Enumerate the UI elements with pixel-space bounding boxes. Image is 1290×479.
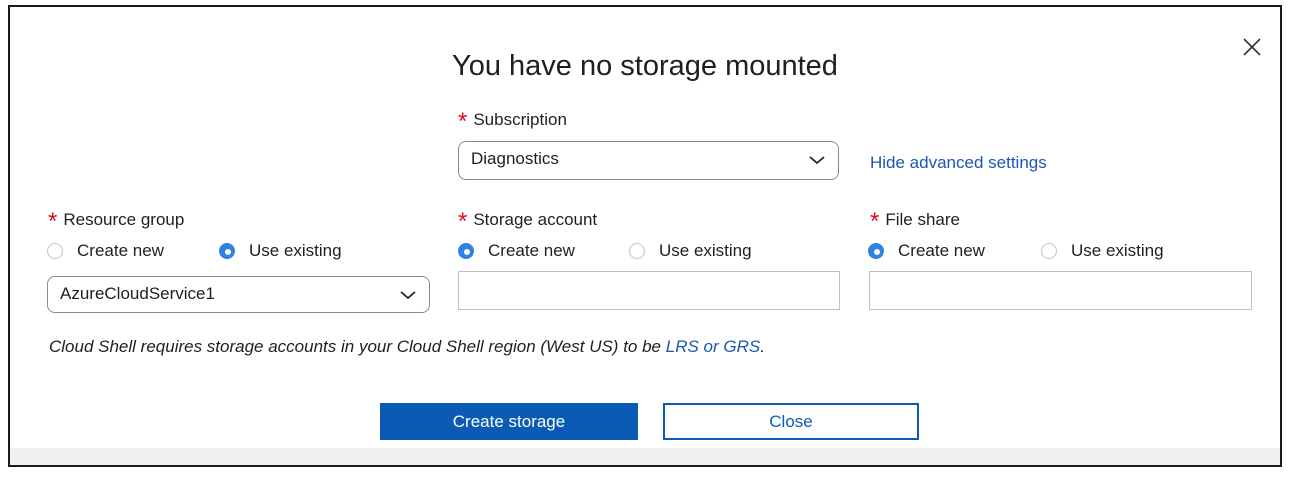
- resource-group-create-new-radio[interactable]: Create new: [47, 241, 164, 261]
- radio-unselected-icon: [47, 243, 63, 259]
- required-asterisk: *: [458, 208, 468, 235]
- radio-unselected-icon: [629, 243, 645, 259]
- resource-group-label-group: * Resource group: [48, 204, 185, 235]
- storage-account-label: Storage account: [473, 210, 598, 229]
- file-share-label-group: * File share: [870, 204, 960, 235]
- subscription-dropdown[interactable]: Diagnostics: [458, 141, 839, 180]
- chevron-down-icon: [809, 156, 825, 165]
- chevron-down-icon: [400, 291, 416, 300]
- file-share-label: File share: [885, 210, 960, 229]
- note-text: Cloud Shell requires storage accounts in…: [49, 337, 666, 356]
- storage-account-create-new-radio[interactable]: Create new: [458, 241, 575, 261]
- radio-label: Create new: [898, 241, 985, 260]
- radio-label: Use existing: [1071, 241, 1164, 260]
- subscription-label-group: * Subscription: [458, 104, 567, 135]
- radio-selected-icon: [219, 243, 235, 259]
- resource-group-label: Resource group: [63, 210, 185, 229]
- radio-selected-icon: [868, 243, 884, 259]
- subscription-value: Diagnostics: [471, 149, 559, 168]
- subscription-label: Subscription: [473, 110, 567, 129]
- radio-unselected-icon: [1041, 243, 1057, 259]
- storage-account-label-group: * Storage account: [458, 204, 598, 235]
- resource-group-dropdown[interactable]: AzureCloudService1: [47, 276, 430, 313]
- note-suffix: .: [760, 337, 765, 356]
- close-button[interactable]: Close: [663, 403, 919, 440]
- storage-account-input[interactable]: [458, 271, 840, 310]
- required-asterisk: *: [458, 108, 468, 135]
- hide-advanced-settings-link[interactable]: Hide advanced settings: [870, 153, 1047, 173]
- file-share-use-existing-radio[interactable]: Use existing: [1041, 241, 1164, 261]
- region-requirement-note: Cloud Shell requires storage accounts in…: [49, 337, 765, 357]
- dialog-title: You have no storage mounted: [452, 50, 838, 82]
- file-share-create-new-radio[interactable]: Create new: [868, 241, 985, 261]
- resource-group-value: AzureCloudService1: [60, 284, 215, 303]
- resource-group-use-existing-radio[interactable]: Use existing: [219, 241, 342, 261]
- radio-label: Use existing: [659, 241, 752, 260]
- radio-label: Use existing: [249, 241, 342, 260]
- storage-account-use-existing-radio[interactable]: Use existing: [629, 241, 752, 261]
- required-asterisk: *: [870, 208, 880, 235]
- lrs-grs-link[interactable]: LRS or GRS: [666, 337, 760, 356]
- dialog-footer-strip: [10, 448, 1280, 465]
- required-asterisk: *: [48, 208, 58, 235]
- create-storage-button[interactable]: Create storage: [380, 403, 638, 440]
- radio-label: Create new: [488, 241, 575, 260]
- file-share-input[interactable]: [869, 271, 1252, 310]
- radio-selected-icon: [458, 243, 474, 259]
- radio-label: Create new: [77, 241, 164, 260]
